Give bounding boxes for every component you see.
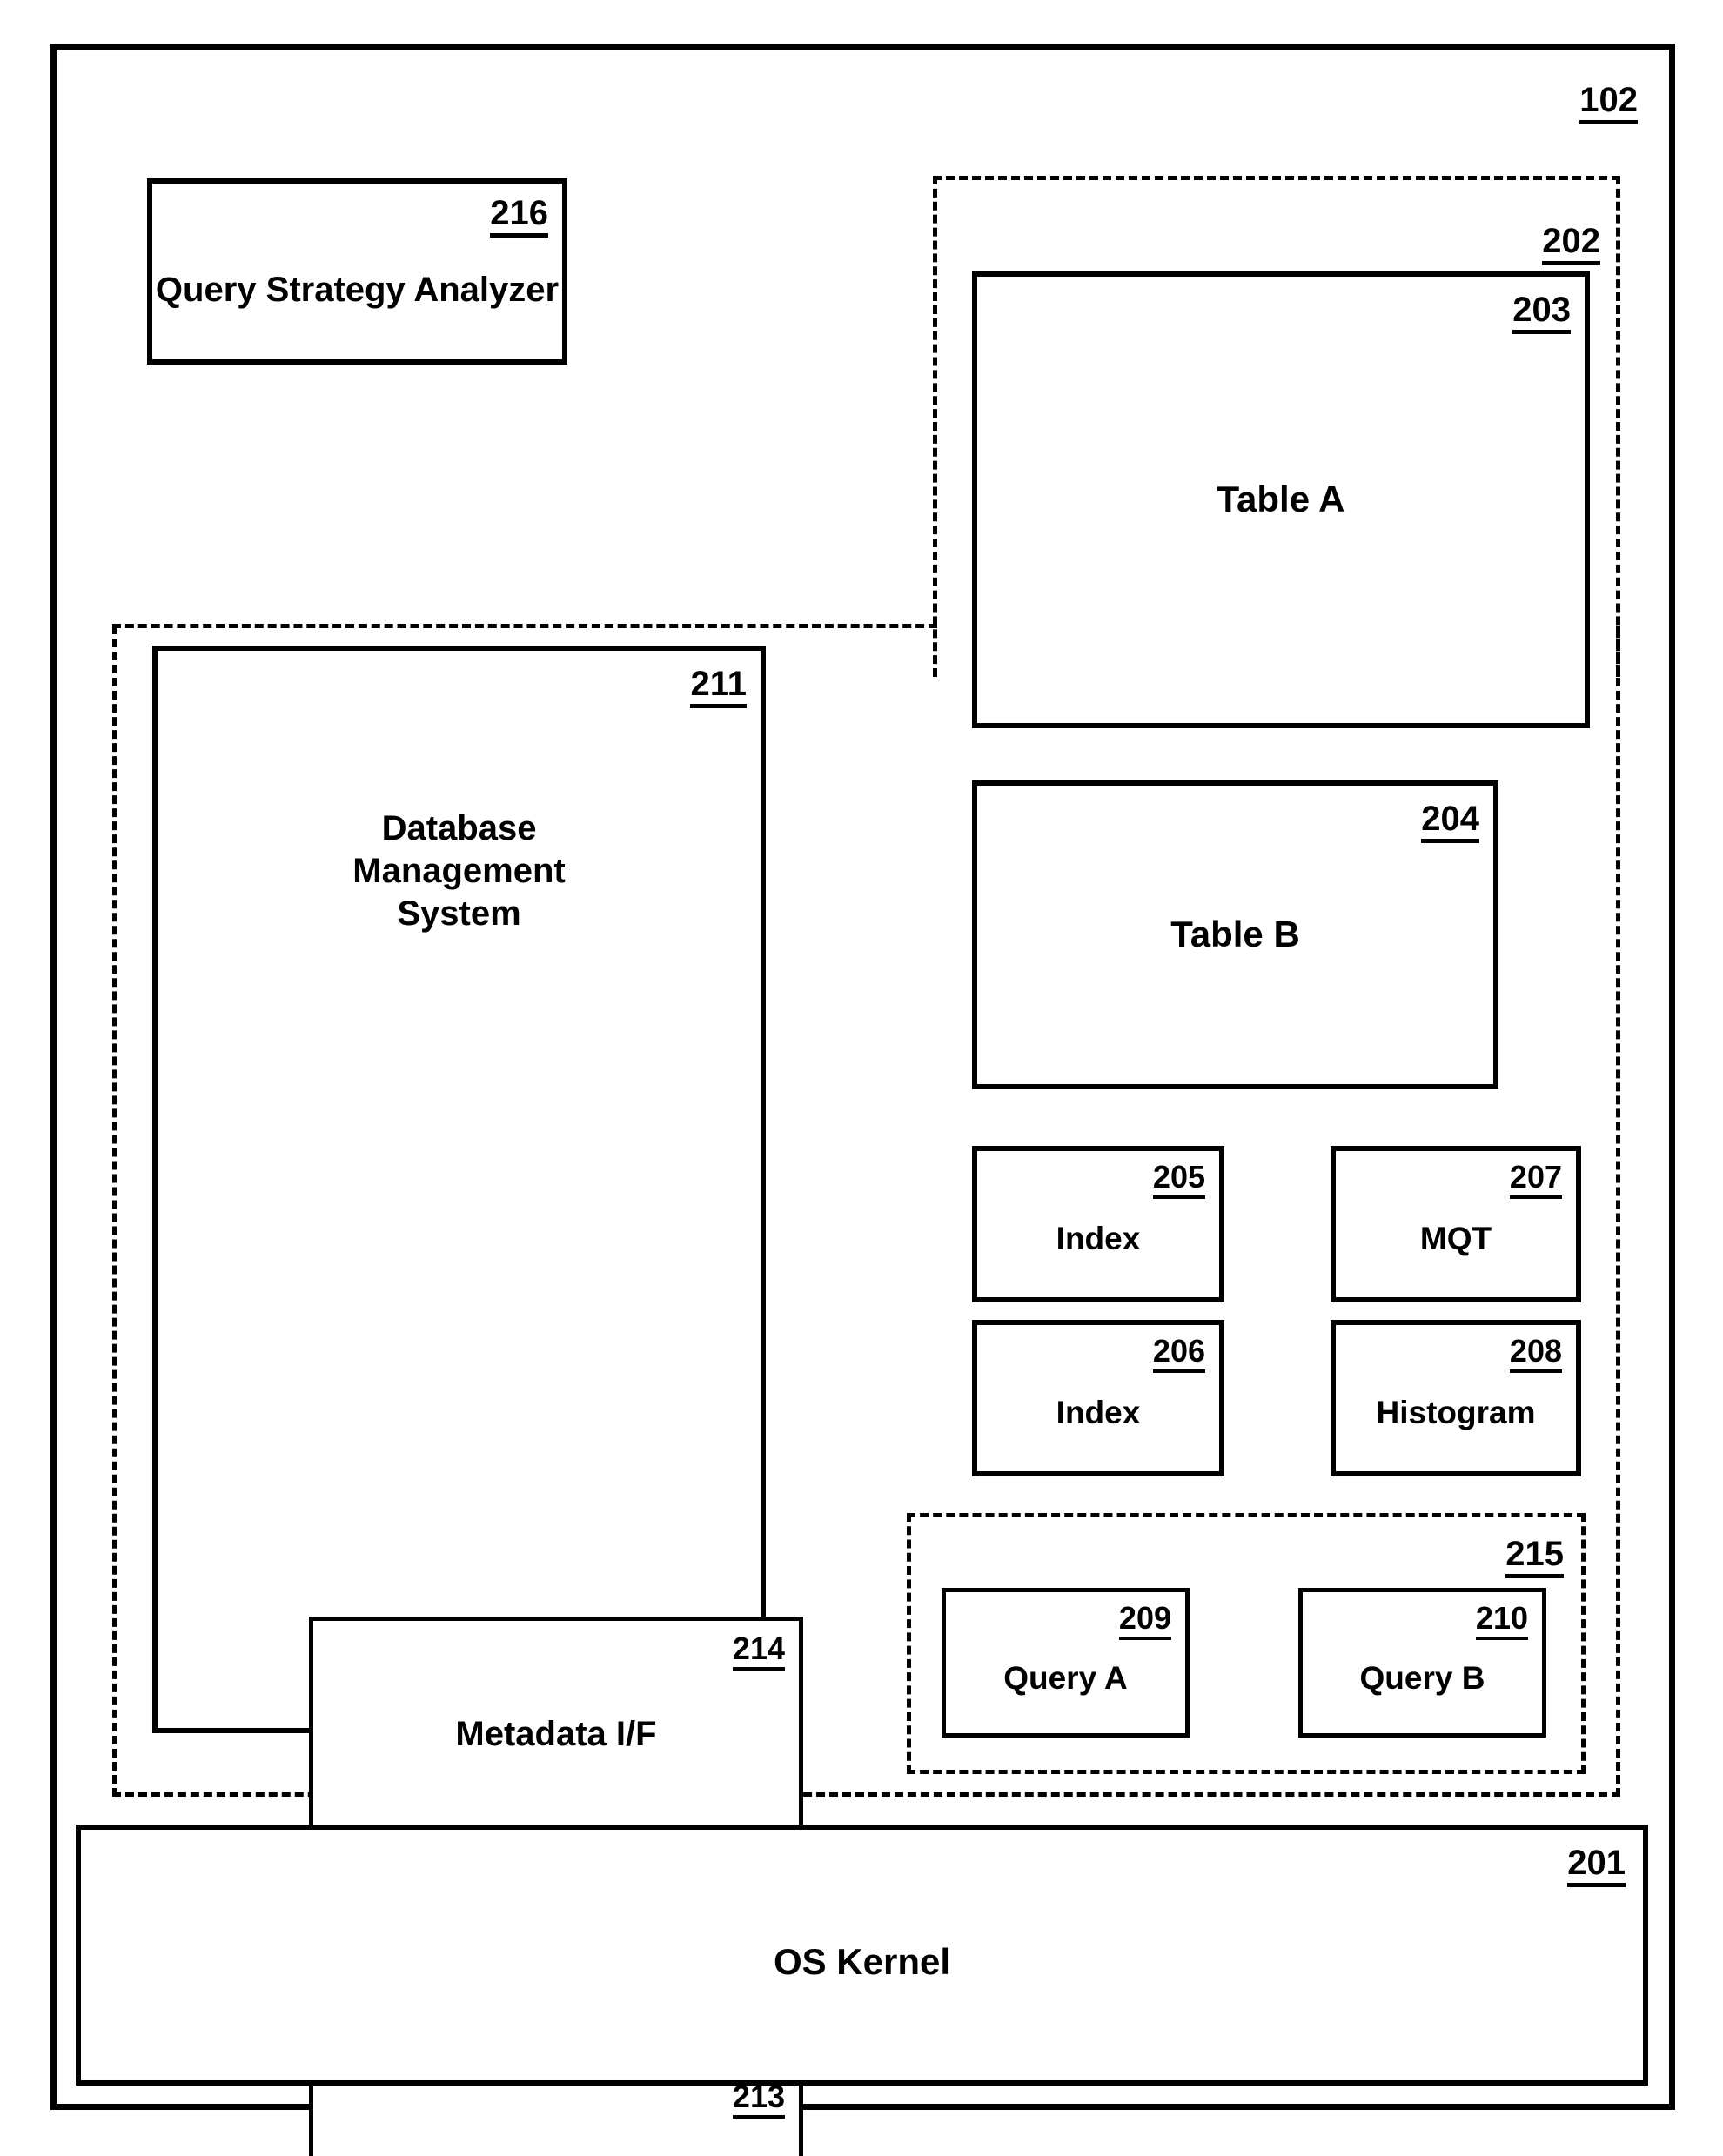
index-205-box: 205 Index: [972, 1146, 1224, 1302]
reference-numeral-213: 213: [732, 2081, 785, 2119]
reference-numeral-207: 207: [1509, 1162, 1562, 1199]
reference-numeral-215: 215: [1505, 1537, 1564, 1578]
mqt-box: 207 MQT: [1331, 1146, 1581, 1302]
reference-numeral-102: 102: [1579, 83, 1638, 124]
query-b-box: 210 Query B: [1298, 1588, 1546, 1738]
query-strategy-analyzer-box: 216 Query Strategy Analyzer: [147, 178, 567, 365]
table-b-box: 204 Table B: [972, 780, 1498, 1089]
reference-numeral-201: 201: [1567, 1845, 1626, 1887]
reference-numeral-205: 205: [1152, 1162, 1205, 1199]
system-frame-102: 102 216 Query Strategy Analyzer 202 203 …: [50, 44, 1675, 2156]
reference-numeral-211: 211: [690, 666, 747, 708]
reference-numeral-216: 216: [490, 196, 548, 238]
histogram-label: Histogram: [1376, 1395, 1536, 1430]
index-205-label: Index: [1056, 1221, 1141, 1256]
reference-numeral-202: 202: [1542, 224, 1600, 265]
reference-numeral-208: 208: [1509, 1336, 1562, 1373]
reference-numeral-209: 209: [1118, 1603, 1171, 1640]
index-206-label: Index: [1056, 1395, 1141, 1430]
metadata-if-label: Metadata I/F: [455, 1715, 657, 1753]
os-kernel-box: 201 OS Kernel: [76, 1825, 1648, 2086]
table-a-label: Table A: [1217, 479, 1345, 519]
reference-numeral-206: 206: [1152, 1336, 1205, 1373]
histogram-box: 208 Histogram: [1331, 1320, 1581, 1476]
table-a-box: 203 Table A: [972, 271, 1590, 728]
query-a-label: Query A: [1003, 1660, 1128, 1696]
table-b-label: Table B: [1170, 914, 1300, 954]
os-kernel-label: OS Kernel: [773, 1941, 951, 1982]
query-a-box: 209 Query A: [942, 1588, 1190, 1738]
database-management-system-box: 211 Database Management System 214 Metad…: [152, 646, 803, 2156]
database-management-system-label: Database Management System: [352, 809, 566, 933]
patent-figure: 102 216 Query Strategy Analyzer 202 203 …: [0, 0, 1723, 2156]
reference-numeral-203: 203: [1512, 292, 1571, 334]
query-strategy-analyzer-label: Query Strategy Analyzer: [155, 271, 560, 309]
metadata-if-box: 214 Metadata I/F: [309, 1617, 803, 1830]
index-206-box: 206 Index: [972, 1320, 1224, 1476]
query-b-label: Query B: [1359, 1660, 1485, 1696]
mqt-label: MQT: [1419, 1221, 1492, 1256]
reference-numeral-204: 204: [1421, 801, 1479, 843]
reference-numeral-210: 210: [1475, 1603, 1528, 1640]
reference-numeral-214: 214: [732, 1633, 785, 1671]
